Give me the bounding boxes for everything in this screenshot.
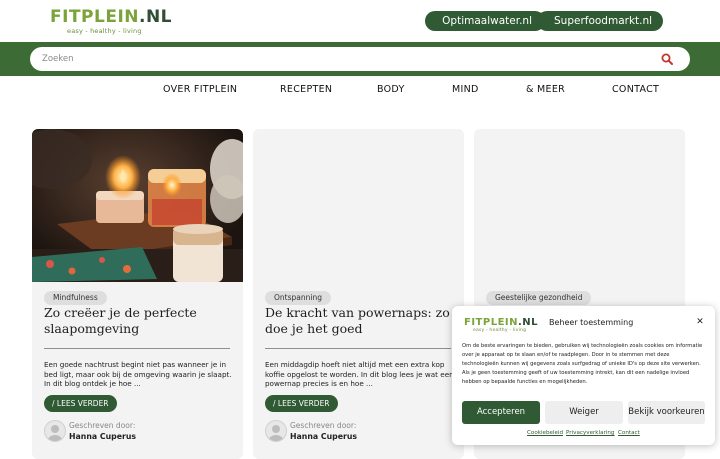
author-name[interactable]: Hanna Cuperus [69,432,136,441]
logo-wordmark: FITPLEIN.NL [50,8,172,26]
cookie-consent-dialog: FITPLEIN.NL easy - healthy - living Behe… [452,306,715,445]
post-image[interactable] [32,129,243,282]
author-block: Geschreven door: Hanna Cuperus [44,420,234,444]
author-name[interactable]: Hanna Cuperus [290,432,357,441]
privacy-statement-link[interactable]: Privacyverklaring [566,430,614,436]
nav-item-en-meer[interactable]: & MEER [526,84,565,95]
user-icon [266,421,286,441]
logo-tld: .NL [518,317,538,328]
read-more-button[interactable]: / LEES VERDER [44,395,117,412]
consent-links: Cookiebeleid Privacyverklaring Contact [452,430,715,440]
optimaalwater-link-button[interactable]: Optimaalwater.nl [425,11,545,31]
post-title[interactable]: Zo creëer je de perfecte slaapomgeving [44,305,236,337]
nav-item-mind[interactable]: MIND [452,84,479,95]
nav-item-body[interactable]: BODY [377,84,405,95]
shop-link-label: Superfoodmarkt.nl [554,11,652,31]
close-icon[interactable]: ✕ [695,317,705,327]
search-bar [0,42,720,76]
post-image[interactable] [474,129,685,282]
category-badge[interactable]: Geestelijke gezondheid [486,291,591,305]
logo-tld: .NL [139,7,172,27]
shop-link-label: Optimaalwater.nl [442,11,532,31]
category-badge[interactable]: Ontspanning [265,291,331,305]
avatar [44,420,66,442]
main-nav: OVER FITPLEIN RECEPTEN BODY MIND & MEER … [0,84,720,98]
author-label: Geschreven door: [69,421,135,430]
view-preferences-button[interactable]: Bekijk voorkeuren [628,401,705,424]
post-image[interactable] [253,129,464,282]
candles-photo [32,129,243,282]
logo-name: FITPLEIN [50,7,139,27]
consent-text: Om de beste ervaringen te bieden, gebrui… [462,342,706,387]
avatar [265,420,287,442]
blog-card: Ontspanning De kracht van powernaps: zo … [253,129,464,459]
contact-link[interactable]: Contact [618,430,640,436]
search-field [30,47,690,71]
post-excerpt: Een goede nachtrust begint niet pas wann… [44,360,236,389]
blog-card: Mindfulness Zo creëer je de perfecte sla… [32,129,243,459]
superfoodmarkt-link-button[interactable]: Superfoodmarkt.nl [537,11,663,31]
author-block: Geschreven door: Hanna Cuperus [265,420,455,444]
divider [265,348,451,349]
logo-wordmark: FITPLEIN.NL [464,317,538,328]
cookie-policy-link[interactable]: Cookiebeleid [527,430,563,436]
consent-logo: FITPLEIN.NL easy - healthy - living [464,317,538,333]
read-more-button[interactable]: / LEES VERDER [265,395,338,412]
nav-item-contact[interactable]: CONTACT [612,84,659,95]
logo-tagline: easy - healthy - living [473,328,538,333]
logo-tagline: easy - healthy - living [67,27,172,35]
search-icon[interactable] [661,53,673,65]
author-label: Geschreven door: [290,421,356,430]
nav-item-recepten[interactable]: RECEPTEN [280,84,332,95]
nav-item-over-fitplein[interactable]: OVER FITPLEIN [163,84,237,95]
category-badge[interactable]: Mindfulness [44,291,107,305]
post-title[interactable]: De kracht van powernaps: zo doe je het g… [265,305,457,337]
logo-name: FITPLEIN [464,317,518,328]
user-icon [45,421,65,441]
top-header: FITPLEIN.NL easy - healthy - living Opti… [0,0,720,42]
consent-title: Beheer toestemming [549,318,633,327]
search-input[interactable] [42,47,642,71]
site-logo[interactable]: FITPLEIN.NL easy - healthy - living [50,8,172,35]
accept-button[interactable]: Accepteren [462,401,540,424]
deny-button[interactable]: Weiger [545,401,623,424]
divider [44,348,230,349]
post-excerpt: Een middagdip hoeft niet altijd met een … [265,360,457,389]
